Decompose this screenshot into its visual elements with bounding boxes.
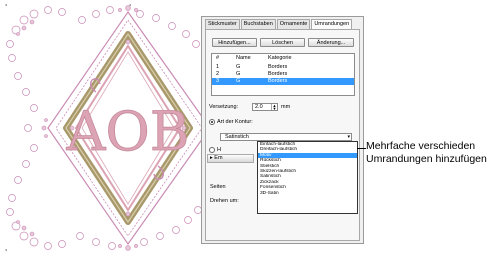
contour-radio-label: Art der Kontur: bbox=[217, 119, 253, 125]
sides-label: Seiten bbox=[210, 184, 226, 190]
stitch-type-dropdown-list: Einfach-laufstich Dreifach-laufstich Mot… bbox=[257, 141, 358, 214]
tab-ornamente[interactable]: Ornamente bbox=[276, 19, 311, 29]
panel-tabs: Stickmuster Buchstaben Ornamente Umrandu… bbox=[205, 19, 353, 30]
borders-list-header: # Name Kategorie bbox=[212, 55, 354, 62]
borders-list: # Name Kategorie 1 G Borders 2 G Borders… bbox=[211, 53, 355, 96]
table-row[interactable]: 2 G Borders bbox=[212, 71, 354, 78]
table-row[interactable]: 1 G Borders bbox=[212, 64, 354, 71]
callout-text: Mehrfache verschieden Umrandungen hinzuf… bbox=[366, 140, 487, 165]
second-radio[interactable] bbox=[209, 147, 215, 153]
embroidery-design-canvas[interactable]: AOB bbox=[0, 0, 220, 261]
delete-border-button[interactable]: Löschen bbox=[260, 38, 305, 47]
monogram-text: AOB bbox=[66, 100, 190, 163]
row-name: G bbox=[236, 64, 241, 70]
row-number: 2 bbox=[216, 71, 220, 77]
stitch-type-select[interactable]: Satinstich ▾ bbox=[220, 133, 352, 141]
offset-value: 2.0 bbox=[255, 104, 263, 110]
row-number: 1 bbox=[216, 64, 220, 70]
row-category: Borders bbox=[268, 64, 288, 70]
add-border-button[interactable]: Hinzufügen... bbox=[212, 38, 257, 47]
offset-input[interactable]: 2.0 ▲ ▼ bbox=[252, 103, 278, 111]
chevron-down-icon[interactable]: ▾ bbox=[347, 134, 350, 140]
section-expander[interactable]: ▸ Em bbox=[207, 154, 254, 163]
section-expander-label: Em bbox=[214, 155, 223, 161]
offset-unit: mm bbox=[281, 104, 291, 110]
contour-radio[interactable] bbox=[209, 119, 215, 125]
change-border-button[interactable]: Änderung... bbox=[308, 38, 354, 47]
row-category: Borders bbox=[268, 71, 288, 77]
row-name: G bbox=[236, 71, 241, 77]
rotate-label: Drehen um: bbox=[210, 198, 239, 204]
second-radio-label: H bbox=[217, 147, 221, 153]
spin-arrows-icon[interactable]: ▲▼ bbox=[271, 104, 277, 111]
row-name: G bbox=[236, 78, 241, 84]
stitch-type-value: Satinstich bbox=[225, 134, 249, 140]
row-category: Borders bbox=[268, 78, 288, 84]
tab-buchstaben[interactable]: Buchstaben bbox=[240, 19, 276, 29]
tab-stickmuster[interactable]: Stickmuster bbox=[205, 19, 240, 29]
stitch-option[interactable]: 3D-Satin bbox=[258, 191, 357, 196]
callout-leader-line bbox=[357, 148, 366, 149]
row-number: 3 bbox=[216, 78, 220, 84]
offset-label: Versetzung: bbox=[209, 104, 239, 110]
table-row-selected[interactable]: 3 G Borders bbox=[212, 78, 354, 85]
column-header-category: Kategorie bbox=[268, 55, 292, 61]
column-header-number: # bbox=[216, 55, 220, 61]
column-header-name: Name bbox=[236, 55, 251, 61]
